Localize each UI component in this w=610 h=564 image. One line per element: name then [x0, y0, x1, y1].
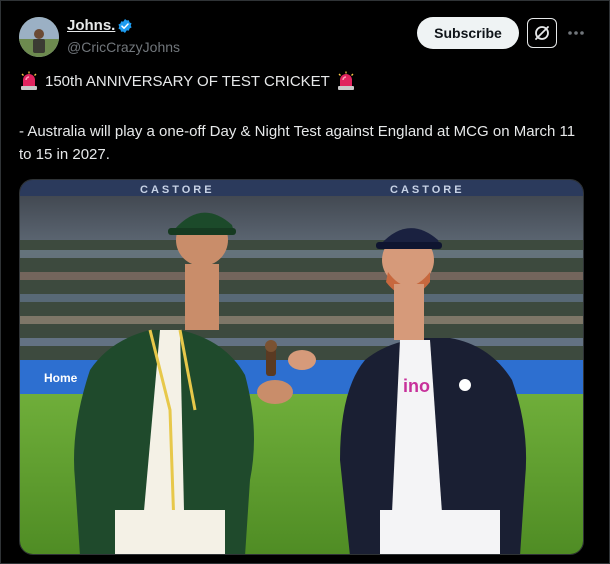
grok-button[interactable] [527, 18, 557, 48]
post-headline: 150th ANNIVERSARY OF TEST CRICKET [19, 71, 356, 91]
verified-badge-icon [118, 19, 132, 33]
cricket-captains-photo: CASTORE CASTORE Home ino [20, 180, 583, 554]
banner-text-right: CASTORE [390, 184, 465, 196]
banner-text-left: CASTORE [140, 184, 215, 196]
more-options-button[interactable] [563, 21, 589, 45]
siren-icon [337, 71, 354, 90]
siren-icon [21, 71, 37, 90]
post-card: Johns. @CricCrazyJohns Subscribe 150th A… [0, 0, 610, 564]
grok-icon [535, 26, 549, 40]
author-handle[interactable]: @CricCrazyJohns [67, 39, 180, 55]
headline-text: 150th ANNIVERSARY OF TEST CRICKET [45, 72, 330, 90]
author-name[interactable]: Johns. [67, 17, 115, 34]
avatar[interactable] [19, 17, 59, 57]
sponsor-board-text: Home [44, 371, 78, 385]
avatar-image [19, 17, 59, 57]
more-icon [568, 31, 584, 35]
shirt-sponsor-text: ino [403, 376, 430, 396]
stadium-banner-strip [20, 180, 583, 196]
subscribe-button[interactable]: Subscribe [417, 17, 519, 49]
post-image[interactable]: CASTORE CASTORE Home ino [19, 179, 584, 555]
post-body: - Australia will play a one-off Day & Ni… [19, 123, 576, 163]
